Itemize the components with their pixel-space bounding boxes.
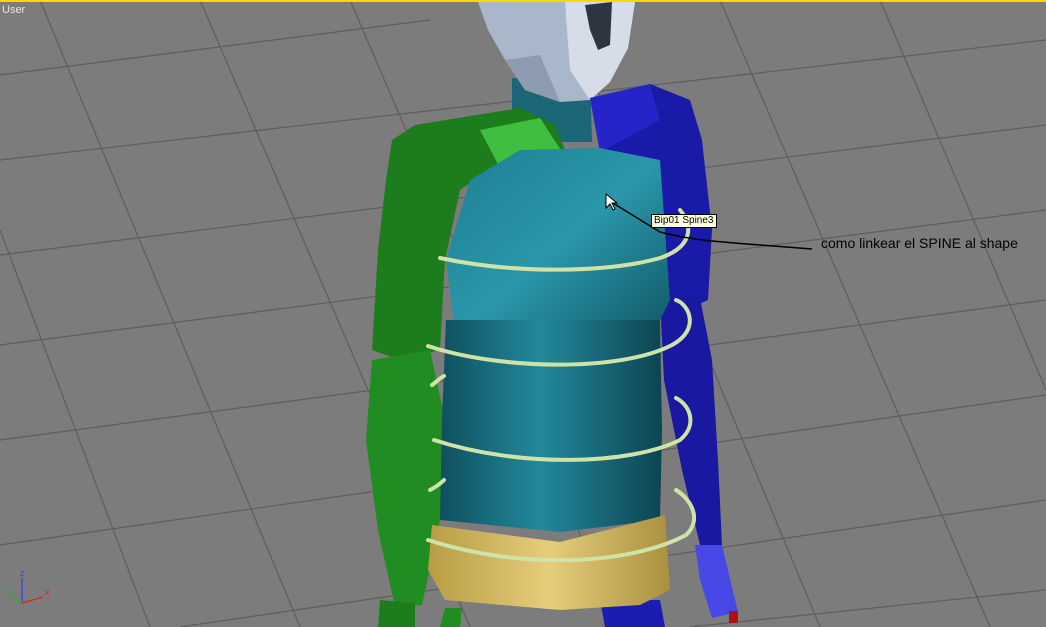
biped-character <box>366 2 738 627</box>
hand-pivot-marker <box>729 611 738 623</box>
axis-y-label: y <box>6 585 11 595</box>
object-name-tooltip: Bip01 Spine3 <box>651 214 717 228</box>
active-viewport-border <box>0 0 1046 2</box>
annotation-text: como linkear el SPINE al shape <box>821 235 1018 251</box>
axis-x-label: x <box>45 587 50 597</box>
axis-z-label: z <box>20 568 25 578</box>
viewport-scene[interactable]: z x y <box>0 0 1046 627</box>
axis-tripod-icon: z x y <box>6 568 50 604</box>
head <box>478 2 635 102</box>
viewport-label[interactable]: User <box>2 4 25 16</box>
perspective-viewport[interactable]: z x y User Bip01 Spine3 como linkear el … <box>0 0 1046 627</box>
chest <box>446 148 670 345</box>
torso <box>440 320 662 532</box>
